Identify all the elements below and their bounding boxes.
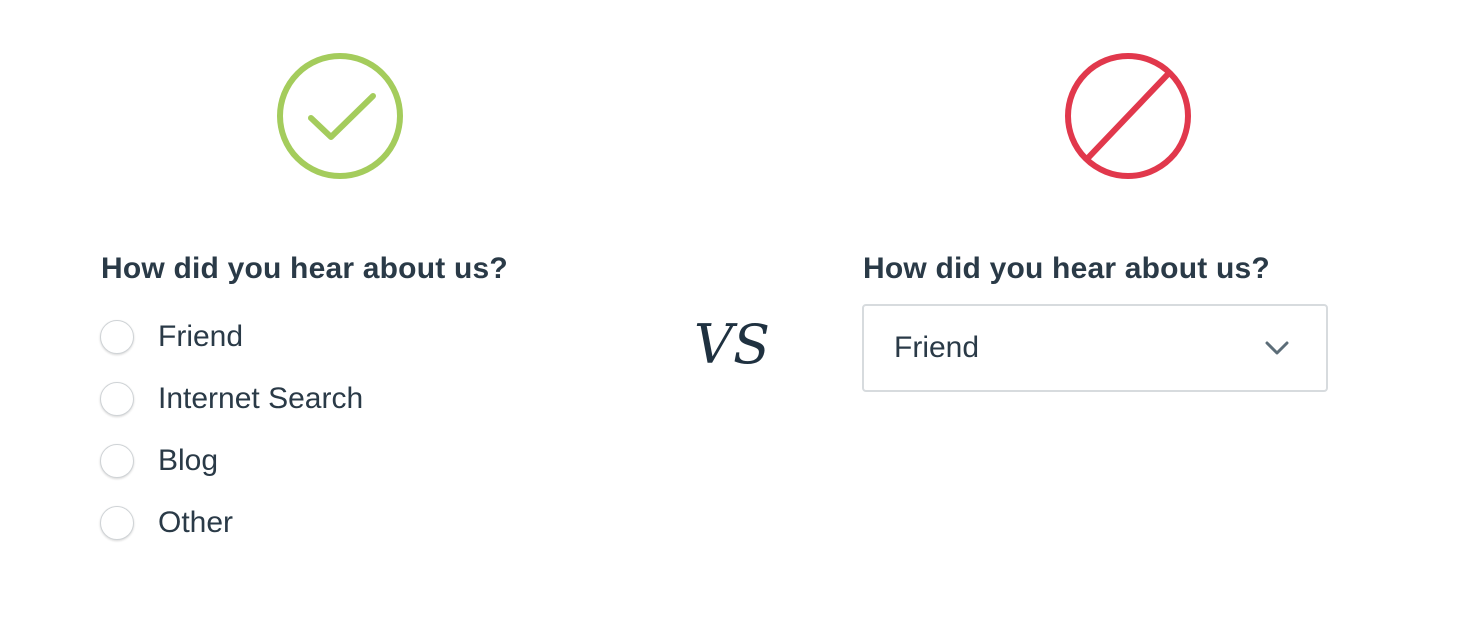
radio-question-label: How did you hear about us? bbox=[101, 252, 508, 285]
radio-option-internet-search[interactable]: Internet Search bbox=[100, 380, 363, 418]
source-dropdown[interactable]: Friend bbox=[862, 304, 1328, 392]
prohibited-circle-icon bbox=[1063, 51, 1193, 181]
radio-button[interactable] bbox=[100, 320, 134, 354]
radio-button[interactable] bbox=[100, 506, 134, 540]
radio-button[interactable] bbox=[100, 382, 134, 416]
radio-option-label: Other bbox=[158, 506, 234, 539]
radio-option-blog[interactable]: Blog bbox=[100, 442, 363, 480]
radio-button[interactable] bbox=[100, 444, 134, 478]
radio-option-label: Internet Search bbox=[158, 382, 364, 415]
dropdown-selected-value: Friend bbox=[894, 331, 980, 364]
radio-option-label: Blog bbox=[158, 444, 219, 477]
chevron-down-icon bbox=[1265, 341, 1289, 355]
check-circle-icon bbox=[275, 51, 405, 181]
radio-option-label: Friend bbox=[158, 320, 244, 353]
radio-option-other[interactable]: Other bbox=[100, 504, 363, 542]
radio-options-list: Friend Internet Search Blog Other bbox=[100, 318, 363, 566]
vs-separator: VS bbox=[694, 313, 770, 376]
dropdown-question-label: How did you hear about us? bbox=[863, 252, 1270, 285]
radio-option-friend[interactable]: Friend bbox=[100, 318, 363, 356]
